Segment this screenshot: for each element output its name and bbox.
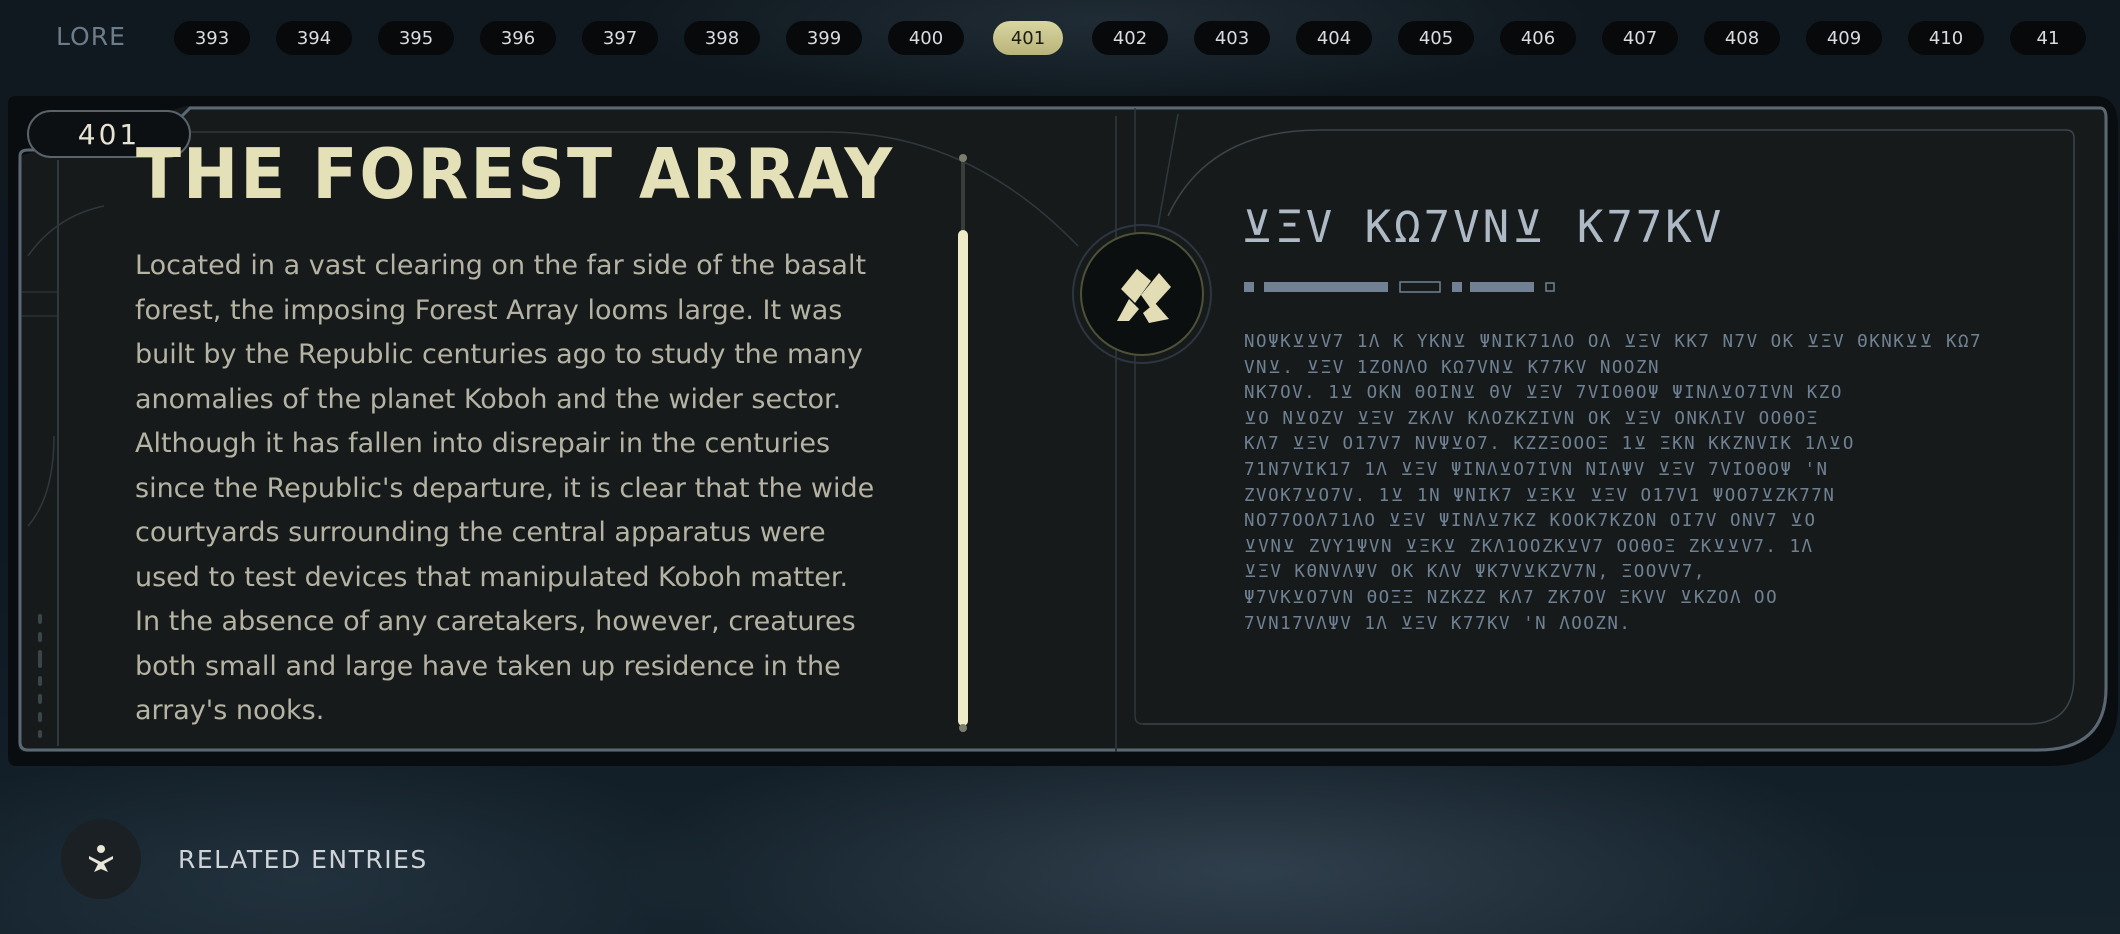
entry-tab-400[interactable]: 400 bbox=[888, 21, 964, 55]
entry-tab-407[interactable]: 407 bbox=[1602, 21, 1678, 55]
entry-tab-405[interactable]: 405 bbox=[1398, 21, 1474, 55]
entry-tab-403[interactable]: 403 bbox=[1194, 21, 1270, 55]
entry-tab-409[interactable]: 409 bbox=[1806, 21, 1882, 55]
entry-tab-399[interactable]: 399 bbox=[786, 21, 862, 55]
scrollbar-cap-bottom bbox=[959, 724, 967, 732]
scrollbar-cap-top bbox=[959, 154, 967, 162]
entry-tab-401[interactable]: 401 bbox=[993, 21, 1063, 55]
entry-tab-41[interactable]: 41 bbox=[2010, 21, 2086, 55]
entry-description: Located in a vast clearing on the far si… bbox=[135, 250, 875, 726]
related-entries-label[interactable]: RELATED ENTRIES bbox=[178, 845, 428, 874]
entry-tab-406[interactable]: 406 bbox=[1500, 21, 1576, 55]
related-entries-button[interactable] bbox=[61, 819, 141, 899]
meditation-figure-icon bbox=[89, 845, 113, 872]
entry-tab-410[interactable]: 410 bbox=[1908, 21, 1984, 55]
lore-section-label[interactable]: LORE bbox=[56, 22, 126, 51]
entry-tab-397[interactable]: 397 bbox=[582, 21, 658, 55]
entry-title: THE FOREST ARRAY bbox=[136, 134, 895, 215]
entry-number-list: 393 394 395 396 397 398 399 400 401 402 403 404 405 4… bbox=[174, 21, 2120, 57]
lore-nav-bar: LORE 393 394 395 396 397 398 399 400 401 402 403 40… bbox=[0, 0, 2120, 76]
decorative-bars bbox=[1244, 281, 1555, 293]
entry-tab-402[interactable]: 402 bbox=[1092, 21, 1168, 55]
entry-tab-395[interactable]: 395 bbox=[378, 21, 454, 55]
aurebesh-description: ΝΟΨΚ⊻⊻V7 1Λ Κ ΥΚΝ⊻ ΨΝΙΚ71ΛΟ ΟΛ ⊻ΞV ΚΚ7 Ν… bbox=[1244, 332, 1983, 634]
entry-tab-394[interactable]: 394 bbox=[276, 21, 352, 55]
aurebesh-title: ⊻ΞV ΚΩ7VΝ⊻ Κ77ΚV bbox=[1241, 202, 1725, 253]
entry-tab-393[interactable]: 393 bbox=[174, 21, 250, 55]
entry-tab-398[interactable]: 398 bbox=[684, 21, 760, 55]
koboh-matter-emblem-icon bbox=[1080, 232, 1204, 356]
entry-tab-396[interactable]: 396 bbox=[480, 21, 556, 55]
entry-tab-404[interactable]: 404 bbox=[1296, 21, 1372, 55]
entry-tab-408[interactable]: 408 bbox=[1704, 21, 1780, 55]
lore-entry-panel: 401 THE FOREST ARRAY Located in a vast c… bbox=[8, 96, 2118, 766]
scrollbar-thumb[interactable] bbox=[958, 230, 968, 726]
